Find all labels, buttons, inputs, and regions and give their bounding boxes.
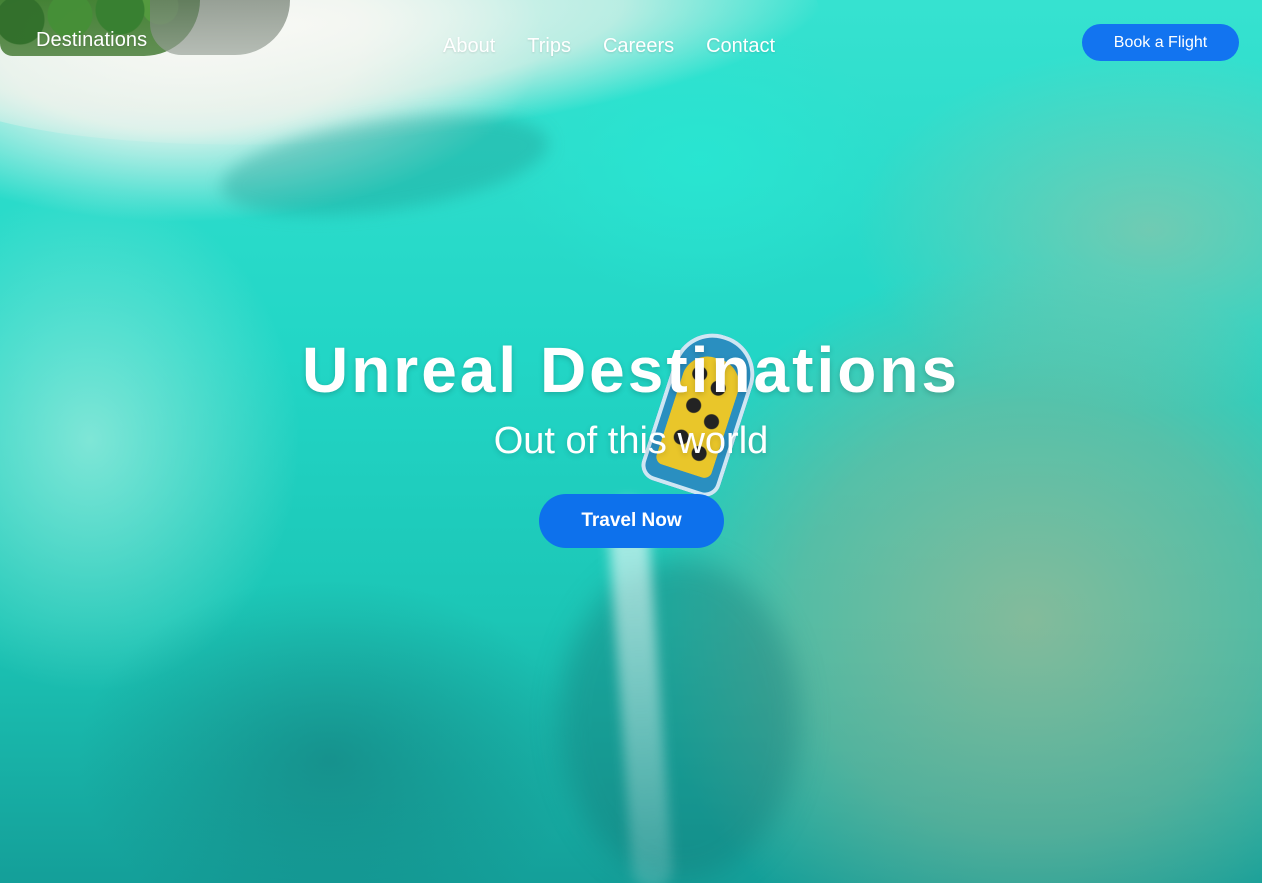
nav-item-about: About	[443, 35, 495, 58]
nav-link-about[interactable]: About	[443, 35, 495, 57]
book-flight-button[interactable]: Book a Flight	[1082, 24, 1239, 61]
hero-background-image	[0, 0, 1262, 883]
nav-item-careers: Careers	[603, 35, 674, 58]
boat	[637, 323, 765, 501]
reef-shadow	[560, 560, 800, 880]
nav-item-contact: Contact	[706, 35, 775, 58]
travel-now-button[interactable]: Travel Now	[539, 494, 724, 548]
nav-link-trips[interactable]: Trips	[527, 35, 571, 57]
site-logo[interactable]: Destinations	[36, 29, 147, 52]
top-navigation: Destinations About Trips Careers Contact…	[0, 0, 1262, 90]
nav-links: About Trips Careers Contact	[443, 35, 775, 58]
nav-link-contact[interactable]: Contact	[706, 35, 775, 57]
nav-link-careers[interactable]: Careers	[603, 35, 674, 57]
nav-item-trips: Trips	[527, 35, 571, 58]
